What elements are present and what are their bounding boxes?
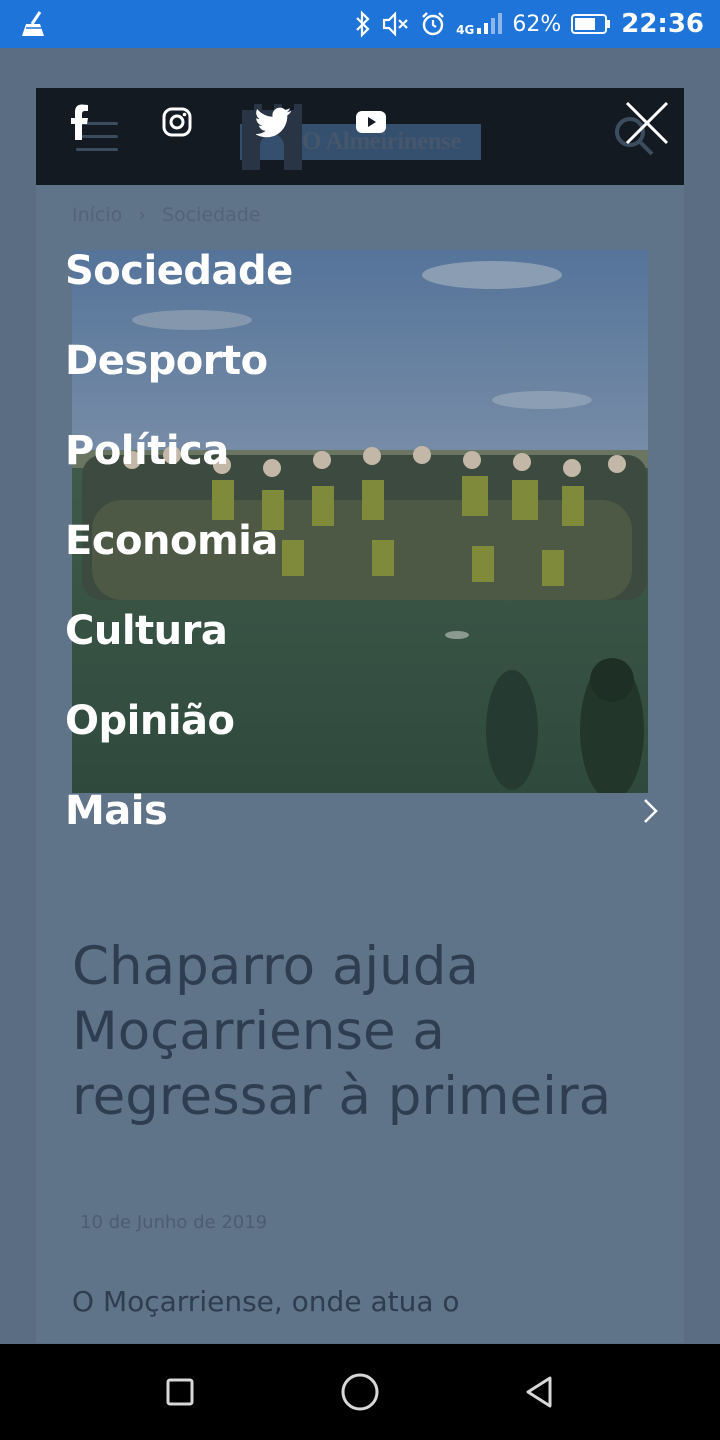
menu-item-label: Opinião [65,698,235,744]
menu-item-cultura[interactable]: Cultura [65,586,665,676]
alarm-icon [422,12,444,36]
menu-item-label: Desporto [65,338,268,384]
breadcrumb-separator: › [138,204,146,226]
recents-button[interactable] [158,1370,202,1414]
menu-item-label: Cultura [65,608,228,654]
breadcrumb-current[interactable]: Sociedade [162,204,261,226]
menu-item-label: Política [65,428,229,474]
status-bar: 4G 62% 22:36 [0,0,720,48]
instagram-icon[interactable] [162,102,192,142]
mute-icon [383,11,408,37]
menu-item-desporto[interactable]: Desporto [65,316,665,406]
overlay-menu: Sociedade Desporto Política Economia Cul… [65,226,665,856]
menu-item-opiniao[interactable]: Opinião [65,676,665,766]
menu-item-politica[interactable]: Política [65,406,665,496]
cleaner-icon [22,11,44,36]
breadcrumb: Início › Sociedade [72,204,261,226]
battery-percent: 62% [512,11,562,37]
article-title: Chaparro ajuda Moçarriense a regressar à… [72,936,612,1127]
menu-item-label: Mais [65,788,168,834]
menu-item-label: Sociedade [65,248,293,294]
article-lead: O Moçarriense, onde atua o [72,1285,460,1318]
network-type: 4G [456,23,475,37]
home-button[interactable] [338,1370,382,1414]
breadcrumb-home[interactable]: Início [72,204,122,226]
chevron-right-icon[interactable] [641,796,661,826]
back-button[interactable] [518,1370,562,1414]
signal-icon: 4G [456,12,503,37]
clock: 22:36 [621,9,704,39]
system-nav-bar [0,1344,720,1440]
facebook-icon[interactable] [66,102,92,142]
menu-item-sociedade[interactable]: Sociedade [65,226,665,316]
menu-item-economia[interactable]: Economia [65,496,665,586]
menu-item-label: Economia [65,518,278,564]
menu-item-mais[interactable]: Mais [65,766,665,856]
bluetooth-icon [356,10,370,38]
twitter-icon[interactable] [256,102,292,142]
close-icon[interactable] [624,100,670,146]
article-date: 10 de Junho de 2019 [80,1212,268,1233]
battery-icon [571,14,611,34]
youtube-icon[interactable] [356,102,386,142]
